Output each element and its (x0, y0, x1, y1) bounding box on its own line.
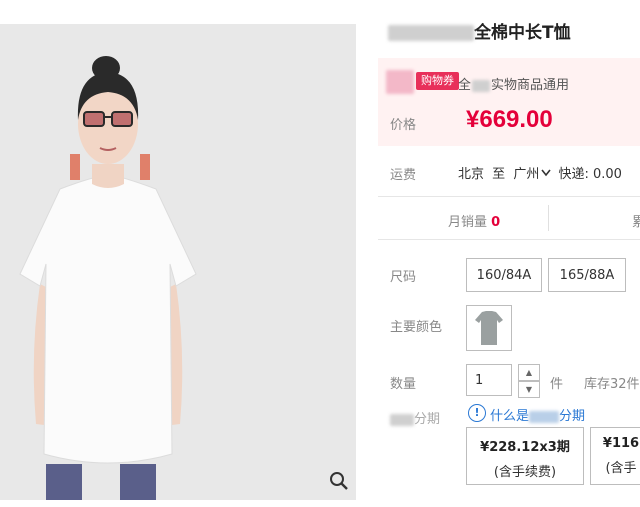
quantity-decrease-button[interactable]: ▼ (518, 381, 540, 398)
color-label: 主要颜色 (390, 320, 443, 335)
sales-bar: 月销量 0 累 (378, 196, 640, 240)
color-swatch-grey[interactable] (466, 305, 512, 351)
coupon-description: 全实物商品通用 (458, 78, 570, 93)
redacted-brand (388, 25, 474, 41)
product-photo-illustration (0, 24, 356, 500)
installment-label: 分期 (390, 408, 440, 427)
zoom-button[interactable] (324, 466, 354, 496)
product-image[interactable] (0, 24, 356, 500)
destination-selector[interactable]: 广州 (513, 167, 558, 182)
tshirt-thumbnail (475, 311, 503, 345)
monthly-sales: 月销量 0 (448, 215, 501, 230)
stock-count: 库存32件 (584, 377, 640, 392)
installment-plan-3[interactable]: ¥228.12x3期 (含手续费) (466, 427, 584, 485)
quantity-input[interactable] (466, 364, 512, 396)
size-option-160[interactable]: 160/84A (466, 258, 542, 292)
divider (548, 205, 549, 231)
chevron-down-icon (541, 169, 551, 177)
installment-plan-6[interactable]: ¥116 (含手 (590, 427, 640, 485)
product-title: 全棉中长T恤 (388, 18, 571, 43)
size-label: 尺码 (390, 270, 417, 285)
ship-to-word: 至 (492, 167, 506, 182)
magnifier-icon (330, 472, 348, 490)
cumulative-reviews: 累 (632, 215, 640, 230)
redacted-logo (386, 70, 414, 94)
quantity-label: 数量 (390, 377, 417, 392)
shipping-info: 北京 至 广州 快递: 0.00 (458, 163, 622, 182)
quantity-increase-button[interactable]: ▲ (518, 364, 540, 381)
size-option-165[interactable]: 165/88A (548, 258, 626, 292)
price-value: ¥669.00 (466, 106, 553, 133)
shipping-label: 运费 (390, 168, 417, 183)
quantity-unit: 件 (550, 377, 564, 392)
ship-from: 北京 (458, 167, 485, 182)
price-promo-box: 购物券 全实物商品通用 价格 ¥669.00 (378, 58, 640, 146)
coupon-tag: 购物券 (416, 72, 459, 90)
installment-help-link[interactable]: 什么是 分期 (490, 405, 585, 424)
express-fee: 快递: 0.00 (558, 167, 622, 182)
info-icon[interactable]: ! (468, 404, 486, 422)
price-label: 价格 (390, 118, 417, 133)
